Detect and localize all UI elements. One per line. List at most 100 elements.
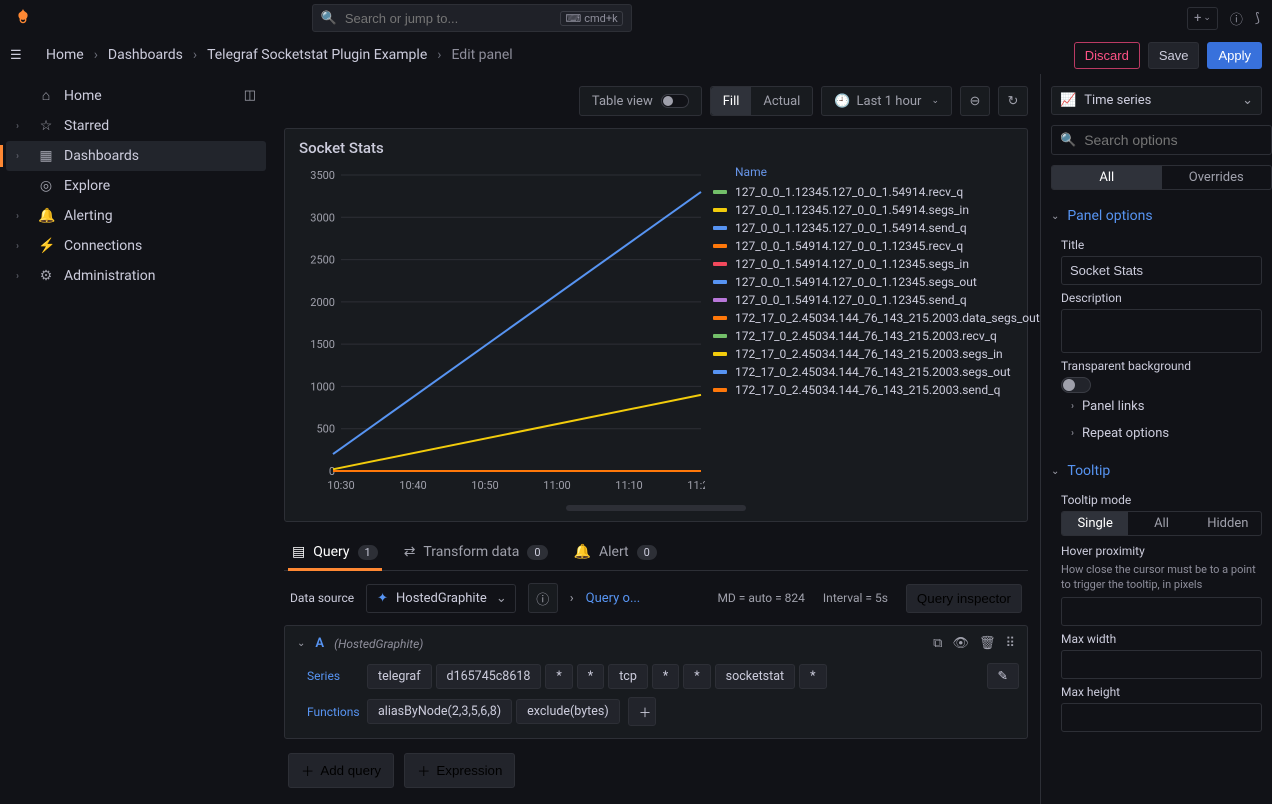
svg-text:2000: 2000 — [310, 296, 335, 309]
tab-transform[interactable]: ⇄ Transform data 0 — [400, 534, 552, 570]
options-search[interactable]: 🔍 — [1051, 125, 1272, 155]
visualization-select[interactable]: 📈 Time series ⌄ — [1051, 86, 1262, 115]
query-icon: ▤ — [292, 544, 305, 560]
tooltip-mode-toggle[interactable]: Single All Hidden — [1061, 511, 1262, 536]
add-button[interactable]: + ⌄ — [1187, 7, 1218, 30]
title-input[interactable] — [1061, 256, 1262, 285]
home-icon: ⌂ — [38, 87, 54, 104]
crumb-current: Edit panel — [451, 47, 512, 63]
timeseries-icon: 📈 — [1060, 93, 1076, 108]
chart-panel: Socket Stats 050010001500200025003000350… — [284, 128, 1028, 522]
sidebar-item-explore[interactable]: ◎ Explore — [6, 171, 266, 201]
clock-icon: 🕘 — [834, 94, 850, 109]
time-range-picker[interactable]: 🕘Last 1 hour ⌄ — [821, 86, 952, 116]
repeat-options-section[interactable]: ›Repeat options — [1061, 420, 1262, 447]
sidebar-item-starred[interactable]: ›☆ Starred — [6, 111, 266, 141]
legend-item[interactable]: 127_0_0_1.54914.127_0_0_1.12345.segs_out — [713, 273, 1040, 291]
series-segment[interactable]: * — [577, 664, 604, 689]
add-query-button[interactable]: ＋ Add query — [288, 753, 394, 788]
query-editor: ⌄ A (HostedGraphite) ⧉ 👁 🗑 ⠿ Series tele… — [284, 625, 1028, 739]
datasource-select[interactable]: ✦ HostedGraphite — [366, 584, 516, 613]
sidebar-item-alerting[interactable]: ›🔔 Alerting — [6, 201, 266, 231]
crumb-dashboard-name[interactable]: Telegraf Socketstat Plugin Example — [207, 47, 427, 63]
datasource-help[interactable]: ⓘ — [528, 583, 558, 613]
drag-icon[interactable]: ⠿ — [1005, 636, 1015, 651]
eye-icon[interactable]: 👁 — [952, 636, 969, 651]
dashboards-icon: ▦ — [38, 148, 54, 164]
tab-query[interactable]: ▤ Query 1 — [288, 534, 382, 570]
legend-item[interactable]: 172_17_0_2.45034.144_76_143_215.2003.seg… — [713, 345, 1040, 363]
function-segment[interactable]: aliasByNode(2,3,5,6,8) — [367, 699, 512, 724]
collapse-icon[interactable]: ⌄ — [297, 638, 305, 649]
max-height-input[interactable] — [1061, 703, 1262, 732]
options-search-input[interactable] — [1084, 132, 1265, 148]
trash-icon[interactable]: 🗑 — [979, 636, 996, 651]
series-segment[interactable]: d165745c8618 — [436, 664, 542, 689]
description-input[interactable] — [1061, 309, 1262, 353]
series-segment[interactable]: * — [683, 664, 710, 689]
collapse-panel-icon[interactable]: ◫ — [234, 81, 266, 110]
panel-links-section[interactable]: ›Panel links — [1061, 393, 1262, 420]
legend-item[interactable]: 172_17_0_2.45034.144_76_143_215.2003.dat… — [713, 309, 1040, 327]
legend-item[interactable]: 127_0_0_1.12345.127_0_0_1.54914.recv_q — [713, 183, 1040, 201]
transparent-toggle[interactable] — [1061, 377, 1091, 393]
legend-item[interactable]: 172_17_0_2.45034.144_76_143_215.2003.seg… — [713, 363, 1040, 381]
fill-actual-toggle[interactable]: Fill Actual — [710, 86, 814, 116]
series-segment[interactable]: * — [799, 664, 826, 689]
section-panel-options[interactable]: ⌄Panel options — [1041, 200, 1272, 232]
function-segment[interactable]: exclude(bytes) — [516, 699, 620, 724]
hover-proximity-input[interactable] — [1061, 597, 1262, 626]
sidebar-item-connections[interactable]: ›⚡ Connections — [6, 231, 266, 261]
svg-text:10:40: 10:40 — [399, 479, 426, 492]
graphite-icon: ✦ — [377, 591, 388, 606]
svg-text:11:10: 11:10 — [615, 479, 642, 492]
series-segment[interactable]: tcp — [608, 664, 648, 689]
query-inspector-button[interactable]: Query inspector — [906, 584, 1022, 613]
crumb-home[interactable]: Home — [46, 47, 84, 63]
search-input[interactable] — [345, 11, 552, 26]
save-button[interactable]: Save — [1148, 42, 1200, 69]
query-options-link[interactable]: Query o... — [586, 591, 641, 606]
series-segment[interactable]: * — [652, 664, 679, 689]
apply-button[interactable]: Apply — [1207, 42, 1262, 69]
all-overrides-toggle[interactable]: All Overrides — [1051, 165, 1272, 190]
datasource-label: Data source — [290, 591, 354, 605]
legend-item[interactable]: 127_0_0_1.12345.127_0_0_1.54914.segs_in — [713, 201, 1040, 219]
series-segment[interactable]: * — [545, 664, 572, 689]
refresh-button[interactable]: ↻ — [998, 86, 1028, 116]
svg-text:2500: 2500 — [310, 254, 335, 267]
hamburger-icon[interactable]: ☰ — [10, 48, 34, 63]
max-width-label: Max width — [1061, 632, 1262, 646]
title-label: Title — [1061, 238, 1262, 252]
global-search[interactable]: 🔍 ⌨ cmd+k — [312, 4, 632, 32]
svg-text:1500: 1500 — [310, 338, 335, 351]
grafana-logo[interactable] — [12, 7, 34, 29]
add-function-button[interactable]: ＋ — [628, 697, 656, 726]
copy-icon[interactable]: ⧉ — [933, 636, 942, 651]
add-expression-button[interactable]: ＋ Expression — [404, 753, 515, 788]
help-icon[interactable]: ⓘ — [1230, 9, 1243, 28]
sidebar-item-home[interactable]: ⌂ Home — [6, 80, 234, 111]
legend-item[interactable]: 127_0_0_1.54914.127_0_0_1.12345.send_q — [713, 291, 1040, 309]
section-tooltip[interactable]: ⌄Tooltip — [1041, 455, 1272, 487]
discard-button[interactable]: Discard — [1074, 42, 1140, 69]
search-kbd: ⌨ cmd+k — [560, 11, 622, 26]
rss-icon[interactable]: ⟆ — [1255, 11, 1260, 26]
sidebar-item-administration[interactable]: ›⚙ Administration — [6, 261, 266, 291]
crumb-dashboards[interactable]: Dashboards — [108, 47, 183, 63]
explore-icon: ◎ — [38, 178, 54, 194]
sidebar-item-dashboards[interactable]: ›▦ Dashboards — [6, 141, 266, 171]
legend-item[interactable]: 127_0_0_1.54914.127_0_0_1.12345.segs_in — [713, 255, 1040, 273]
series-segment[interactable]: telegraf — [367, 664, 432, 689]
tab-alert[interactable]: 🔔 Alert 0 — [570, 534, 661, 570]
series-segment[interactable]: socketstat — [715, 664, 795, 689]
legend-item[interactable]: 172_17_0_2.45034.144_76_143_215.2003.rec… — [713, 327, 1040, 345]
series-label: Series — [293, 669, 359, 683]
legend-item[interactable]: 172_17_0_2.45034.144_76_143_215.2003.sen… — [713, 381, 1040, 399]
edit-series-button[interactable]: ✎ — [987, 663, 1019, 689]
legend-item[interactable]: 127_0_0_1.54914.127_0_0_1.12345.recv_q — [713, 237, 1040, 255]
table-view-toggle[interactable]: Table view — [579, 86, 702, 116]
max-width-input[interactable] — [1061, 650, 1262, 679]
legend-item[interactable]: 127_0_0_1.12345.127_0_0_1.54914.send_q — [713, 219, 1040, 237]
zoom-out-button[interactable]: ⊖ — [960, 86, 990, 116]
